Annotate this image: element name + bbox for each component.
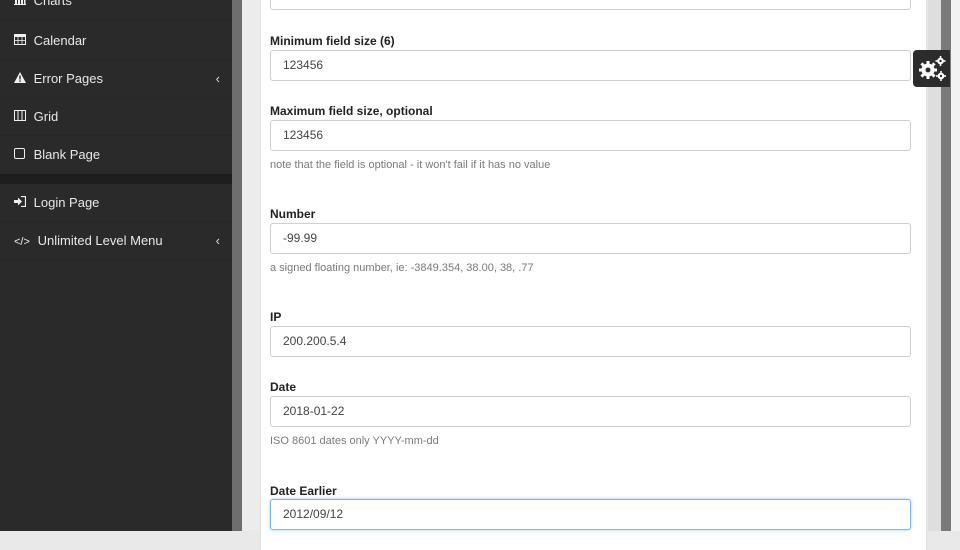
right-gutter-light xyxy=(951,0,960,531)
date-help: ISO 8601 dates only YYYY-mm-dd xyxy=(270,435,439,447)
date-label: Date xyxy=(270,380,297,394)
calendar-icon xyxy=(14,23,28,61)
min-size-input[interactable]: 123456 xyxy=(270,50,911,81)
sidebar-item-unlimited-level-menu[interactable]: </> Unlimited Level Menu ‹ xyxy=(0,222,232,260)
sidebar-item-label: Login Page xyxy=(33,195,100,210)
date-earlier-input[interactable]: 2012/09/12 xyxy=(270,499,911,530)
sidebar-item-calendar[interactable]: Calendar xyxy=(0,22,232,60)
sidebar-item-error-pages[interactable]: Error Pages ‹ xyxy=(0,60,232,98)
date-earlier-label: Date Earlier xyxy=(270,484,337,498)
chevron-left-icon: ‹ xyxy=(215,233,220,248)
sidebar-item-charts[interactable]: Charts xyxy=(0,0,232,20)
warning-icon xyxy=(14,61,28,99)
bar-chart-icon xyxy=(14,0,28,21)
sidebar-item-label: Error Pages xyxy=(33,71,103,86)
form-panel xyxy=(260,0,927,550)
sidebar-item-label: Unlimited Level Menu xyxy=(37,233,163,248)
number-help: a signed floating number, ie: -3849.354,… xyxy=(270,262,534,274)
sidebar: Charts Calendar Error Pages ‹ Grid Blank… xyxy=(0,0,232,531)
gears-icon xyxy=(916,53,948,90)
max-size-input[interactable]: 123456 xyxy=(270,120,911,151)
ip-input[interactable]: 200.200.5.4 xyxy=(270,326,911,357)
number-input[interactable]: -99.99 xyxy=(270,223,911,254)
sidebar-item-label: Blank Page xyxy=(33,147,101,162)
content-gutter xyxy=(242,0,260,531)
text-field[interactable] xyxy=(270,0,911,10)
settings-button[interactable] xyxy=(913,50,950,87)
date-input[interactable]: 2018-01-22 xyxy=(270,396,911,427)
chevron-left-icon: ‹ xyxy=(215,71,220,86)
ip-label: IP xyxy=(270,310,282,324)
number-label: Number xyxy=(270,207,316,221)
login-icon xyxy=(14,185,28,223)
sidebar-item-label: Calendar xyxy=(33,33,87,48)
sidebar-item-login-page[interactable]: Login Page xyxy=(0,184,232,222)
sidebar-item-blank-page[interactable]: Blank Page xyxy=(0,136,232,174)
sidebar-item-grid[interactable]: Grid xyxy=(0,98,232,136)
sidebar-item-label: Grid xyxy=(33,109,59,124)
max-size-help: note that the field is optional - it won… xyxy=(270,159,551,171)
left-gutter xyxy=(232,0,242,531)
min-size-label: Minimum field size (6) xyxy=(270,34,395,48)
sidebar-divider xyxy=(0,174,232,184)
grid-icon xyxy=(14,99,28,137)
sidebar-item-label: Charts xyxy=(33,0,72,8)
code-icon: </> xyxy=(14,236,30,248)
blank-page-icon xyxy=(14,137,28,175)
max-size-label: Maximum field size, optional xyxy=(270,104,433,118)
